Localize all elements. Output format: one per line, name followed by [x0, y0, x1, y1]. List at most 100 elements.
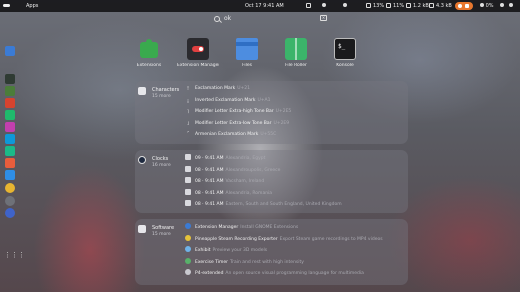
result-row[interactable]: ˩ Modifier Letter Extra-low Tone Bar U+2E9 — [185, 120, 405, 128]
dock-files-icon[interactable] — [5, 46, 15, 56]
power-icon[interactable] — [509, 0, 513, 12]
dock-browser-icon[interactable] — [5, 98, 15, 108]
software-app-icon — [185, 246, 191, 252]
provider-more-count: 15 more — [152, 232, 171, 237]
clear-search-icon[interactable]: × — [320, 15, 327, 21]
clocks-provider-icon — [138, 156, 146, 164]
result-row[interactable]: ¡ Inverted Exclamation Mark U+A1 — [185, 97, 405, 105]
result-name: 08 · 9:41 AM — [195, 202, 224, 207]
activities-dots-icon[interactable] — [3, 0, 10, 12]
result-description: Export Steam game recordings to MP4 vide… — [279, 236, 383, 242]
brightness-indicator[interactable]: 0% — [480, 0, 494, 12]
result-description: U+2E9 — [273, 120, 290, 126]
provider-section-software: Software 15 more Extension Manager Install … — [135, 219, 408, 285]
result-row[interactable]: 08 · 9:41 AM Vacsham, Ireland — [185, 177, 405, 185]
dock-store-icon[interactable] — [5, 170, 15, 180]
app-result[interactable]: Extension Manager — [177, 38, 219, 68]
speaker-icon — [386, 3, 391, 8]
result-name: Armenian Exclamation Mark — [195, 132, 259, 137]
result-description: U+A1 — [257, 97, 271, 103]
software-app-icon — [185, 223, 191, 229]
app-icon — [285, 38, 307, 60]
result-description: Alexandria, Romania — [225, 190, 273, 196]
app-result[interactable]: $_ Konsole — [324, 38, 366, 68]
dock-webstorm-icon[interactable] — [5, 134, 15, 144]
result-row[interactable]: 08 · 9:41 AM Alexandria, Romania — [185, 188, 405, 197]
clock[interactable]: Oct 17 9:41 AM — [245, 0, 284, 12]
software-app-icon — [185, 257, 191, 264]
search-icon — [214, 16, 220, 22]
dock-terminal-icon[interactable] — [5, 74, 15, 84]
wifi-icon[interactable] — [500, 0, 504, 12]
recording-indicator[interactable] — [455, 2, 473, 10]
character-glyph: ˩ — [186, 120, 190, 127]
dock-clion-icon[interactable] — [5, 146, 15, 156]
result-description: Eastern, South and South England, United… — [225, 202, 342, 207]
software-provider-icon — [138, 225, 146, 233]
calendar-icon[interactable] — [306, 0, 313, 12]
result-description: Train and rest with high intensity — [230, 259, 304, 265]
upload-indicator[interactable]: 1.2 kB — [406, 0, 429, 12]
software-app-icon — [185, 269, 191, 275]
app-icon: $_ — [334, 38, 356, 60]
result-row[interactable]: ˥ Modifier Letter Extra-high Tone Bar U+2E… — [185, 108, 405, 116]
provider-more-count: 16 more — [152, 163, 171, 168]
volume-indicator[interactable]: 11% — [386, 0, 404, 12]
result-name: Extension Manager — [195, 225, 239, 230]
dock-git-icon[interactable] — [5, 158, 15, 168]
battery-indicator[interactable]: 13% — [366, 0, 384, 12]
app-label: Files — [242, 63, 252, 68]
clock-icon — [185, 154, 191, 160]
result-row[interactable]: 08 · 9:41 AM Eastern, South and South Eng… — [185, 200, 405, 208]
dock-steam-icon[interactable] — [5, 208, 15, 218]
provider-section-clocks: Clocks 16 more 09 · 9:41 AM Alexandria, Egy… — [135, 150, 408, 213]
dock-settings-icon[interactable] — [5, 196, 15, 206]
app-result[interactable]: File Roller — [275, 38, 317, 68]
upload-rate: 1.2 kB — [413, 3, 429, 9]
result-row[interactable]: Exhibit Preview your 3D models — [185, 246, 405, 254]
result-row[interactable]: ՜ Armenian Exclamation Mark U+55C — [185, 131, 405, 139]
result-name: Modifier Letter Extra-low Tone Bar — [195, 120, 272, 126]
characters-provider-icon — [138, 87, 146, 95]
dock-chrome-icon[interactable] — [5, 183, 15, 193]
provider-title: Software — [152, 225, 175, 231]
arrow-icon[interactable] — [322, 0, 326, 12]
result-name: Modifier Letter Extra-high Tone Bar — [195, 109, 274, 114]
clock-icon — [185, 165, 191, 172]
result-name: 08 · 9:41 AM — [195, 167, 224, 173]
provider-title: Characters — [152, 87, 180, 93]
show-apps-grid-icon[interactable]: ⋮⋮⋮ — [4, 252, 25, 265]
dock-ide-icon[interactable] — [5, 122, 15, 132]
app-icon — [138, 38, 160, 60]
software-app-icon — [185, 234, 191, 241]
dock-editor-icon[interactable] — [5, 86, 15, 96]
search-input[interactable]: ok — [224, 15, 231, 22]
apps-button[interactable]: Apps — [26, 0, 38, 12]
download-icon — [429, 3, 434, 8]
result-row[interactable]: ! Exclamation Mark U+21 — [185, 85, 405, 93]
clock-icon — [185, 200, 191, 206]
result-row[interactable]: Pineapple Steam Recording Exporter Export… — [185, 234, 405, 243]
result-row[interactable]: 09 · 9:41 AM Alexandria, Egypt — [185, 154, 405, 162]
cloud-icon[interactable] — [343, 0, 347, 12]
result-row[interactable]: P4-extended An open source visual program… — [185, 269, 405, 277]
search-entry[interactable]: ok × — [210, 13, 330, 25]
result-name: Exclamation Mark — [195, 86, 236, 91]
upload-icon — [406, 3, 411, 8]
result-row[interactable]: Exercise Timer Train and rest with high i… — [185, 257, 405, 266]
app-result[interactable]: Files — [226, 38, 268, 68]
result-description: Vacsham, Ireland — [225, 179, 265, 184]
result-row[interactable]: Extension Manager Install GNOME Extension… — [185, 223, 405, 231]
result-row[interactable]: 08 · 9:41 AM Alexandroupolis, Greece — [185, 165, 405, 174]
app-label: Konsole — [336, 63, 354, 68]
battery-level: 13% — [373, 3, 385, 9]
result-description: U+55C — [260, 132, 277, 137]
dock-pycharm-icon[interactable] — [5, 110, 15, 120]
app-result[interactable]: Extensions — [128, 38, 170, 68]
result-description: U+2E5 — [275, 109, 292, 114]
result-description: An open source visual programming langua… — [225, 271, 364, 276]
download-indicator[interactable]: 4.3 kB — [429, 0, 452, 12]
character-glyph: ¡ — [186, 97, 189, 104]
provider-section-characters: Characters 15 more ! Exclamation Mark U+21 ¡ I… — [135, 81, 408, 144]
provider-more-count: 15 more — [152, 94, 171, 99]
